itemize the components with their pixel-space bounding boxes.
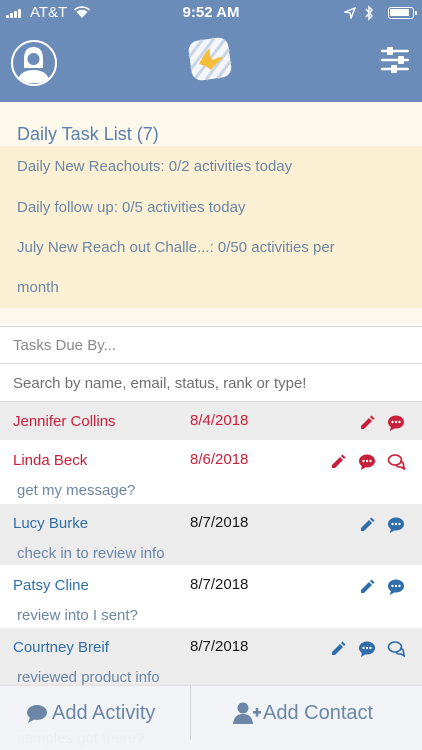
task-row[interactable]: Jennifer Collins 8/4/2018 [0,402,422,441]
task-row[interactable]: Lucy Burke 8/7/2018 check in to review inf… [0,504,422,566]
goal-line: Daily New Reachouts: 0/2 activities toda… [17,158,293,175]
task-actions [358,516,416,534]
task-contact-name[interactable]: Linda Beck [13,452,87,469]
task-note: check in to review info [17,545,165,562]
task-due-date: 8/7/2018 [190,514,249,531]
location-arrow-icon [344,7,356,19]
task-note: reviewed product info [17,669,160,686]
task-due-date: 8/7/2018 [190,576,249,593]
status-right-icons [344,5,417,21]
task-contact-name[interactable]: Lucy Burke [13,515,88,532]
task-contact-name[interactable]: Jennifer Collins [13,413,116,430]
task-contact-name[interactable]: Patsy Cline [13,577,89,594]
app-logo-icon [185,34,235,84]
goal-line: Daily follow up: 0/5 activities today [17,199,246,216]
task-due-date: 8/6/2018 [190,451,249,468]
goal-line: July New Reach out Challe...: 0/50 activ… [17,239,335,256]
filter-settings-button[interactable] [380,46,410,74]
task-contact-name[interactable]: Courtney Breif [13,639,109,656]
task-row[interactable]: Linda Beck 8/6/2018 get my message? [0,441,422,504]
task-actions [329,453,416,471]
edit-icon[interactable] [329,640,347,658]
task-actions [358,578,416,596]
sliders-icon [380,47,410,73]
comment-icon[interactable] [358,453,376,471]
add-user-icon [233,702,261,724]
daily-task-goals: Daily New Reachouts: 0/2 activities toda… [0,146,422,308]
task-actions [358,414,416,432]
chat-icon[interactable] [387,640,405,658]
comment-icon[interactable] [387,578,405,596]
edit-icon[interactable] [329,453,347,471]
comment-icon[interactable] [358,640,376,658]
task-due-date: 8/7/2018 [190,638,249,655]
battery-icon [388,7,417,19]
task-due-date: 8/4/2018 [190,412,249,429]
search-input[interactable] [13,372,413,394]
bottom-action-bar: Add Activity Add Contact [0,686,422,750]
tasks-due-by-picker[interactable]: Tasks Due By... [0,326,422,364]
task-actions [329,640,416,658]
search-bar [0,364,422,402]
goal-line: month [17,279,59,296]
add-activity-label: Add Activity [52,702,156,724]
comment-icon[interactable] [387,414,405,432]
task-note: get my message? [17,482,136,499]
bluetooth-icon [365,5,373,21]
status-bar: AT&T 9:52 AM [0,0,422,26]
comment-icon[interactable] [387,516,405,534]
comment-icon [27,705,47,723]
add-contact-button[interactable]: Add Contact [191,686,422,740]
app-header: AT&T 9:52 AM [0,0,422,102]
task-note: review into I sent? [17,607,138,624]
edit-icon[interactable] [358,414,376,432]
user-avatar-icon[interactable] [11,40,57,86]
edit-icon[interactable] [358,578,376,596]
chat-icon[interactable] [387,453,405,471]
daily-task-panel[interactable]: Daily Task List (7) Daily New Reachouts:… [0,102,422,324]
task-row[interactable]: Courtney Breif 8/7/2018 reviewed product i… [0,628,422,690]
add-activity-button[interactable]: Add Activity [0,686,190,740]
edit-icon[interactable] [358,516,376,534]
add-contact-label: Add Contact [263,702,374,724]
daily-task-list-title: Daily Task List (7) [17,124,159,144]
task-row[interactable]: Patsy Cline 8/7/2018 review into I sent? [0,566,422,628]
tasks-due-by-placeholder: Tasks Due By... [13,337,117,354]
